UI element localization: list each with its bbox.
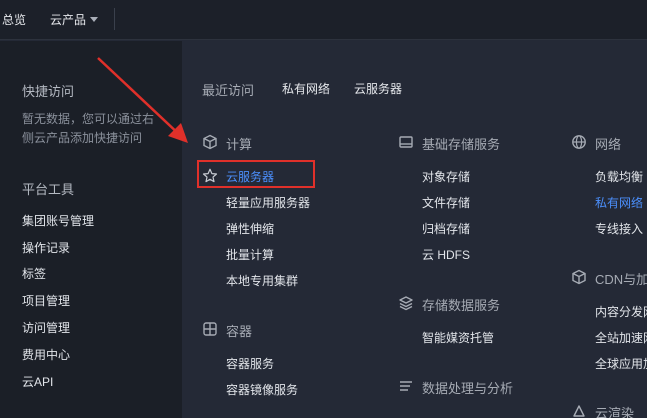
product-cdn[interactable]: 内容分发网 (595, 303, 647, 320)
product-cos[interactable]: 对象存储 (422, 168, 470, 185)
sidebar-item-group-account[interactable]: 集团账号管理 (22, 212, 94, 229)
product-chdfs[interactable]: 云 HDFS (422, 246, 470, 263)
quick-access-empty-line1: 暂无数据，您可以通过右 (22, 112, 155, 126)
quick-access-empty-line2: 侧云产品添加快捷访问 (22, 131, 143, 145)
cube-icon (203, 134, 217, 150)
product-global-app-acceleration[interactable]: 全球应用加 (595, 355, 647, 372)
divider (114, 8, 115, 30)
category-data-processing-title: 数据处理与分析 (422, 381, 514, 396)
sidebar-item-project-management[interactable]: 项目管理 (22, 292, 70, 309)
category-render-title: 云渲染 (595, 406, 635, 418)
product-archive-storage[interactable]: 归档存储 (422, 220, 470, 237)
highlight-box (197, 160, 315, 188)
product-ecdn[interactable]: 全站加速网 (595, 329, 647, 346)
nav-cloud-products[interactable]: 云产品 (50, 11, 99, 28)
product-vpc[interactable]: 私有网络 (595, 194, 643, 211)
category-container-title: 容器 (226, 324, 253, 339)
recent-item-vpc[interactable]: 私有网络 (282, 80, 330, 97)
category-compute-title: 计算 (226, 137, 253, 152)
sidebar-item-operation-log[interactable]: 操作记录 (22, 239, 70, 256)
recent-item-cvm[interactable]: 云服务器 (354, 80, 402, 97)
sidebar-item-access-management[interactable]: 访问管理 (22, 319, 70, 336)
globe-icon (572, 135, 586, 149)
category-cdn-title: CDN与加 (595, 272, 647, 287)
product-tcr[interactable]: 容器镜像服务 (226, 381, 298, 398)
container-icon (203, 322, 217, 336)
nav-cloud-products-label: 云产品 (50, 13, 87, 27)
platform-tools-title: 平台工具 (22, 182, 75, 197)
top-navigation-bar: 总览 云产品 (0, 0, 647, 40)
recent-access-label: 最近访问 (202, 83, 255, 98)
category-storage-data-title: 存储数据服务 (422, 298, 501, 313)
sidebar: 快捷访问 暂无数据，您可以通过右 侧云产品添加快捷访问 平台工具 集团账号管理 … (0, 41, 182, 418)
sidebar-item-cloud-api[interactable]: 云API (22, 373, 53, 390)
box-icon (572, 269, 586, 285)
product-auto-scaling[interactable]: 弹性伸缩 (226, 220, 274, 237)
product-direct-connect[interactable]: 专线接入 (595, 220, 643, 237)
nav-overview[interactable]: 总览 (2, 11, 26, 28)
product-clb[interactable]: 负载均衡 (595, 168, 643, 185)
quick-access-title: 快捷访问 (22, 84, 75, 99)
products-panel: 最近访问 私有网络 云服务器 计算 云服务器 轻量应用服务器 弹性伸缩 批量计算… (182, 41, 647, 418)
list-icon (400, 381, 412, 391)
product-local-dedicated-cluster[interactable]: 本地专用集群 (226, 272, 298, 289)
product-tke[interactable]: 容器服务 (226, 355, 274, 372)
product-smart-media-hosting[interactable]: 智能媒资托管 (422, 329, 494, 346)
storage-icon (399, 136, 413, 148)
caret-down-icon (90, 17, 99, 22)
sidebar-item-billing[interactable]: 费用中心 (22, 346, 70, 363)
sidebar-item-tags[interactable]: 标签 (22, 265, 46, 282)
render-icon (573, 405, 585, 417)
product-batch-compute[interactable]: 批量计算 (226, 246, 274, 263)
layers-icon (399, 296, 413, 311)
product-cfs[interactable]: 文件存储 (422, 194, 470, 211)
product-lighthouse[interactable]: 轻量应用服务器 (226, 194, 310, 211)
category-storage-title: 基础存储服务 (422, 137, 501, 152)
category-network-title: 网络 (595, 137, 622, 152)
